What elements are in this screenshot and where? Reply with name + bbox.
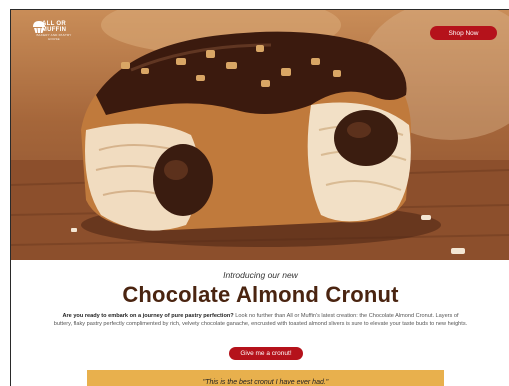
product-description: Are you ready to embark on a journey of … (53, 312, 468, 328)
page-title: Chocolate Almond Cronut (122, 282, 399, 307)
email-page: ALL OR MUFFIN BAKERY AND PASTRY HOUSE Sh… (10, 9, 509, 386)
main-content: Introducing our new Chocolate Almond Cro… (11, 260, 509, 386)
cronut-photo (11, 10, 509, 260)
give-me-a-cronut-button[interactable]: Give me a cronut! (229, 347, 303, 360)
testimonial-band: "This is the best cronut I have ever had… (87, 370, 444, 386)
hero-image: ALL OR MUFFIN BAKERY AND PASTRY HOUSE Sh… (11, 10, 509, 260)
shop-now-button[interactable]: Shop Now (430, 26, 497, 40)
logo-tagline: BAKERY AND PASTRY HOUSE (36, 33, 72, 41)
brand-logo[interactable]: ALL OR MUFFIN BAKERY AND PASTRY HOUSE (31, 20, 77, 56)
description-lead: Are you ready to embark on a journey of … (62, 313, 234, 319)
intro-text: Introducing our new (223, 270, 298, 280)
muffin-icon (33, 21, 45, 34)
